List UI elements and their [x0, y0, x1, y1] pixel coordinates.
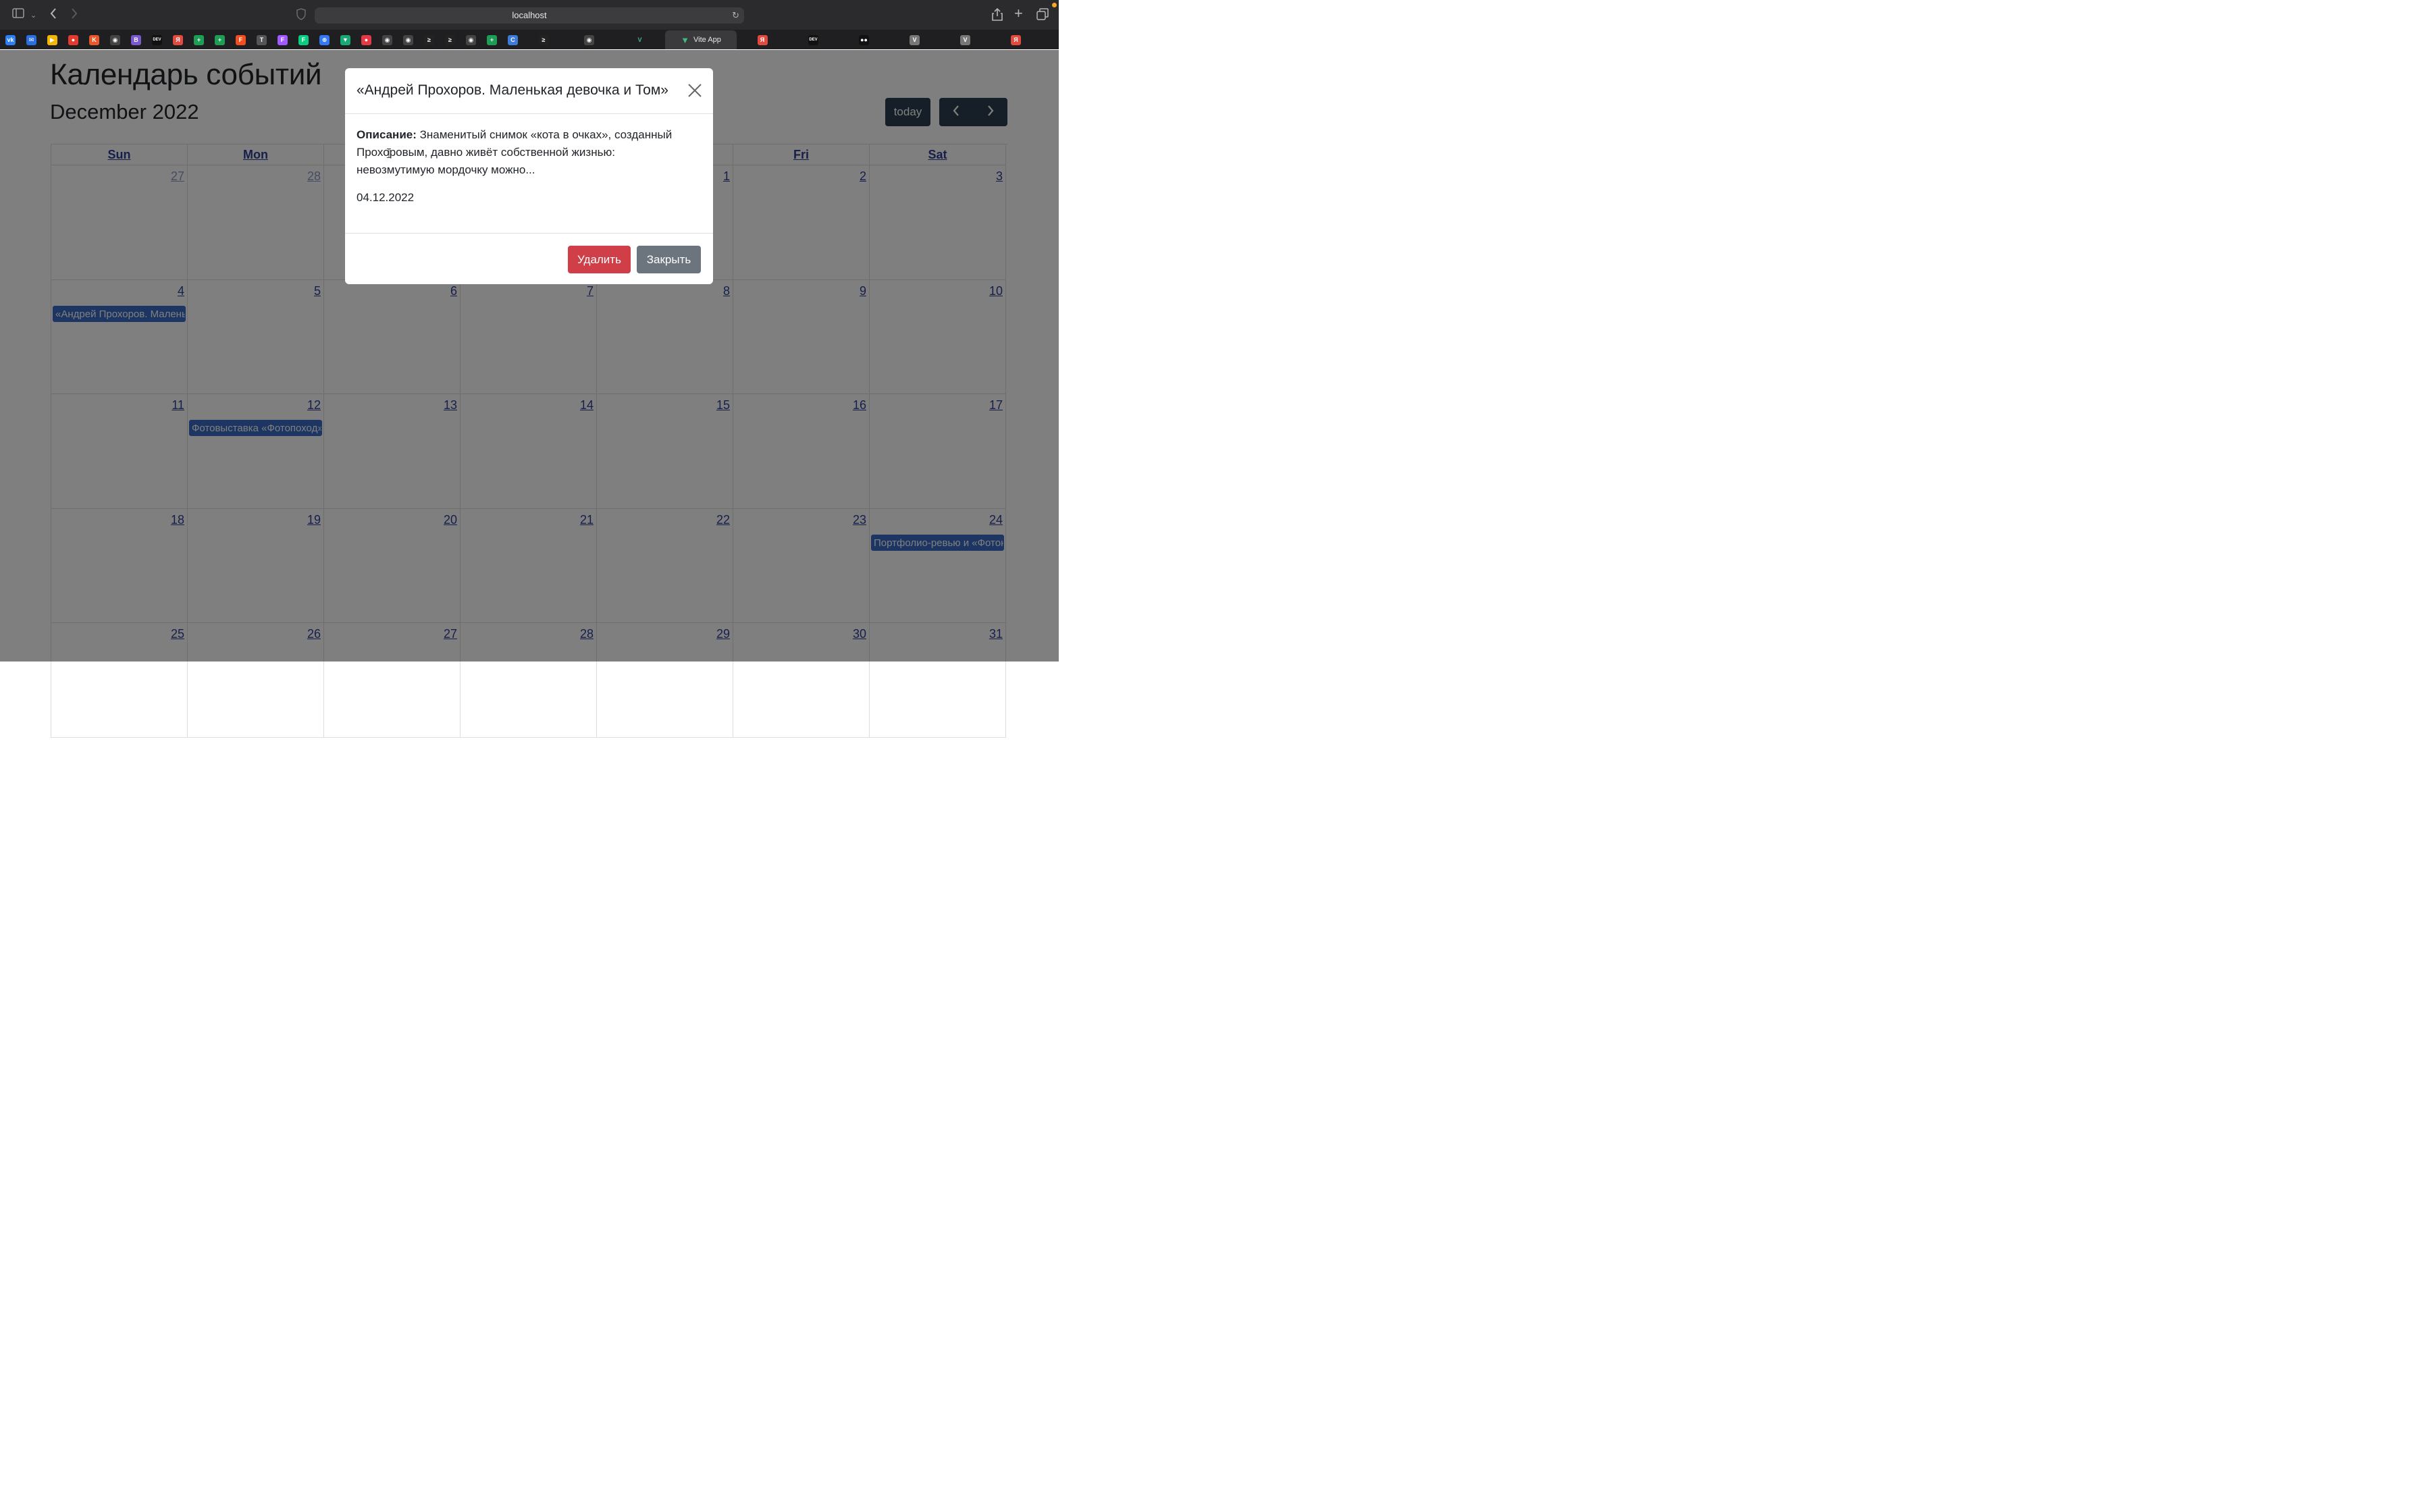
dev-wide-tab[interactable]: DEV [788, 30, 839, 49]
play-tab-icon[interactable]: ▶ [47, 34, 57, 45]
figma-tab-icon[interactable]: F [236, 34, 246, 45]
modal-title: «Андрей Прохоров. Маленькая девочка и То… [357, 82, 668, 98]
tab-bar: vk ✉ ▶ ● K ◉ B DEV Я + + F T F F ⊕ ▼ ● ◉ ◉ ≥ ≥ ◉ + C ≥ ◉ V ▼ Vite App… [0, 30, 1059, 49]
fire-tab-icon[interactable]: ● [361, 34, 371, 45]
github-wide-tab[interactable]: ◉ [564, 30, 614, 49]
modal-footer: Удалить Закрыть [345, 233, 713, 284]
vue-wide-tab-icon: V [635, 34, 645, 45]
v-wide-tab-2[interactable]: V [940, 30, 991, 49]
description-label: Описание: [357, 128, 417, 141]
delete-button[interactable]: Удалить [568, 246, 631, 273]
yandex-wide-tab-2-icon: Я [1011, 34, 1021, 45]
browser-toolbar: ⌄ localhost ↻ + [0, 0, 1059, 30]
github-tab-icon-4[interactable]: ◉ [466, 34, 476, 45]
sidebar-toggle-icon[interactable] [12, 8, 24, 22]
notification-dot [1052, 3, 1057, 7]
github-wide-tab-icon: ◉ [584, 34, 594, 45]
mail-tab-icon[interactable]: ✉ [26, 34, 36, 45]
habr-wide-tab-icon: ≥ [538, 34, 549, 45]
modal-header: «Андрей Прохоров. Маленькая девочка и То… [345, 68, 713, 114]
globe-tab-icon[interactable]: ⊕ [319, 34, 330, 45]
yandex-wide-tab-2[interactable]: Я [991, 30, 1041, 49]
b-tab-icon[interactable]: B [131, 34, 141, 45]
event-description: Описание: Знаменитый снимок «кота в очка… [357, 126, 694, 179]
github-tab-icon[interactable]: ◉ [110, 34, 120, 45]
github-tab-icon-3[interactable]: ◉ [403, 34, 413, 45]
yandex-tab-icon[interactable]: Я [173, 34, 183, 45]
vite-app-tab[interactable]: ▼ Vite App [665, 30, 737, 49]
dev-tab-icon[interactable]: DEV [152, 34, 162, 45]
text-cursor-icon [387, 148, 391, 158]
vk-tab-icon[interactable]: vk [5, 34, 16, 45]
c-tab-icon[interactable]: C [508, 34, 518, 45]
address-bar[interactable]: localhost ↻ [315, 7, 744, 24]
red-circle-tab-icon[interactable]: ● [68, 34, 78, 45]
v-wide-tab-icon: V [910, 34, 920, 45]
habr-tab-icon[interactable]: ≥ [424, 34, 434, 45]
shield-tab-icon[interactable]: ▼ [340, 34, 350, 45]
privacy-shield-icon[interactable] [296, 8, 306, 24]
v-wide-tab[interactable]: V [889, 30, 940, 49]
figma-tab-icon-2[interactable]: F [278, 34, 288, 45]
back-icon[interactable] [49, 7, 57, 24]
share-icon[interactable] [992, 7, 1003, 25]
url-text: localhost [512, 10, 547, 20]
event-modal: «Андрей Прохоров. Маленькая девочка и То… [345, 68, 713, 284]
sheets-tab-icon-2[interactable]: + [215, 34, 225, 45]
yandex-wide-tab-icon: Я [757, 34, 768, 45]
sheets-tab-icon-3[interactable]: + [487, 34, 497, 45]
figma-tab-icon-3[interactable]: F [298, 34, 309, 45]
close-button[interactable]: Закрыть [637, 246, 701, 273]
tab-overview-icon[interactable] [1036, 8, 1049, 24]
event-date: 04.12.2022 [357, 191, 415, 204]
v-wide-tab-2-icon: V [960, 34, 970, 45]
yandex-wide-tab[interactable]: Я [737, 30, 788, 49]
reload-icon[interactable]: ↻ [732, 7, 739, 24]
k-tab-icon[interactable]: K [89, 34, 99, 45]
github-tab-icon-2[interactable]: ◉ [382, 34, 392, 45]
vue-wide-tab[interactable]: V [614, 30, 665, 49]
habr-tab-icon-2[interactable]: ≥ [445, 34, 455, 45]
medium-wide-tab-icon: ●● [859, 34, 869, 45]
sheets-tab-icon[interactable]: + [194, 34, 204, 45]
close-icon[interactable] [687, 82, 703, 99]
forward-icon[interactable] [70, 7, 78, 24]
t-tab-icon[interactable]: T [257, 34, 267, 45]
new-tab-icon[interactable]: + [1014, 6, 1023, 21]
active-tab-label: Vite App [693, 36, 721, 44]
dev-wide-tab-icon: DEV [808, 34, 818, 45]
vue-logo-icon: ▼ [681, 34, 690, 45]
habr-wide-tab[interactable]: ≥ [523, 30, 564, 49]
chevron-down-icon[interactable]: ⌄ [30, 9, 36, 22]
medium-wide-tab[interactable]: ●● [839, 30, 889, 49]
modal-body: Описание: Знаменитый снимок «кота в очка… [357, 126, 694, 205]
